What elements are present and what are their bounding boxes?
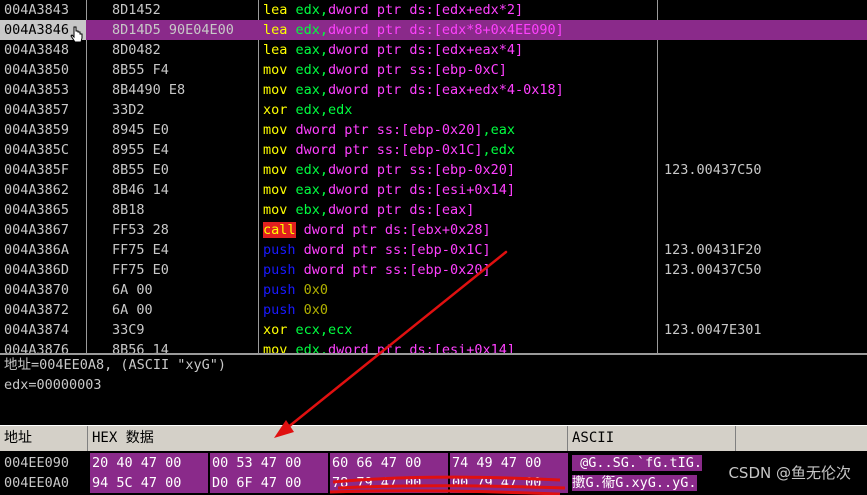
row-address: 004A385F <box>4 162 70 178</box>
row-instruction: push dword ptr ss:[ebp-0x20] <box>263 262 491 278</box>
disassembly-pane[interactable]: 004A3843 8D1452 lea edx,dword ptr ds:[edx+… <box>0 0 867 353</box>
row-instruction: mov dword ptr ss:[ebp-0x1C],edx <box>263 142 515 158</box>
row-opcode-bytes: 8B55 E0 <box>112 162 169 178</box>
info-pane: 地址=004EE0A8, (ASCII "xyG") edx=00000003 <box>0 353 867 425</box>
info-address-line: 地址=004EE0A8, (ASCII "xyG") <box>4 357 227 373</box>
row-instruction: mov ebx,dword ptr ds:[eax] <box>263 202 475 218</box>
dump-hex-group: 00 53 47 00 <box>210 453 328 473</box>
row-address: 004A386A <box>4 242 70 258</box>
disasm-row[interactable]: 004A3848 8D0482 lea eax,dword ptr ds:[edx+… <box>0 40 867 60</box>
disasm-row[interactable]: 004A3846 8D14D5 90E04E00 lea edx,dword ptr… <box>0 20 867 40</box>
row-instruction: lea edx,dword ptr ds:[edx+edx*2] <box>263 2 524 18</box>
row-instruction: mov edx,dword ptr ss:[ebp-0x20] <box>263 162 515 178</box>
row-opcode-bytes: 6A 00 <box>112 282 153 298</box>
dump-hex-group: 94 5C 47 00 <box>90 473 208 493</box>
row-address: 004A3872 <box>4 302 70 318</box>
disasm-row[interactable]: 004A3872 6A 00 push 0x0 <box>0 300 867 320</box>
row-opcode-bytes: 8B55 F4 <box>112 62 169 78</box>
row-instruction: mov edx,dword ptr ds:[esi+0x14] <box>263 342 515 353</box>
row-opcode-bytes: 6A 00 <box>112 302 153 318</box>
row-instruction: mov dword ptr ss:[ebp-0x20],eax <box>263 122 515 138</box>
row-comment: 123.00437C50 <box>664 162 762 178</box>
row-opcode-bytes: 33C9 <box>112 322 145 338</box>
row-address: 004A3865 <box>4 202 70 218</box>
dump-address: 004EE090 <box>4 455 70 471</box>
row-instruction: call dword ptr ds:[ebx+0x28] <box>263 222 491 238</box>
row-address: 004A3859 <box>4 122 70 138</box>
disasm-row[interactable]: 004A3867 FF53 28 call dword ptr ds:[ebx+0x… <box>0 220 867 240</box>
row-opcode-bytes: FF75 E0 <box>112 262 169 278</box>
info-register-line: edx=00000003 <box>4 377 102 393</box>
dump-hex-group: 00 79 47 00 <box>450 473 568 493</box>
row-comment: 123.00437C50 <box>664 262 762 278</box>
row-address: 004A3853 <box>4 82 70 98</box>
row-instruction: push 0x0 <box>263 282 329 298</box>
row-instruction: push 0x0 <box>263 302 329 318</box>
row-opcode-bytes: 8D1452 <box>112 2 161 18</box>
disasm-row[interactable]: 004A3870 6A 00 push 0x0 <box>0 280 867 300</box>
row-instruction: lea eax,dword ptr ds:[edx+eax*4] <box>263 42 524 58</box>
row-address: 004A3857 <box>4 102 70 118</box>
row-comment: 123.0047E301 <box>664 322 762 338</box>
disasm-row[interactable]: 004A3859 8945 E0 mov dword ptr ss:[ebp-0x2… <box>0 120 867 140</box>
dump-hex-group: 20 40 47 00 <box>90 453 208 473</box>
row-opcode-bytes: 8B18 <box>112 202 145 218</box>
row-address: 004A3867 <box>4 222 70 238</box>
row-address: 004A3874 <box>4 322 70 338</box>
row-address: 004A3876 <box>4 342 70 353</box>
row-opcode-bytes: 8B46 14 <box>112 182 169 198</box>
watermark: CSDN @鱼无伦次 <box>728 464 851 482</box>
row-instruction: lea edx,dword ptr ds:[edx*8+0x4EE090] <box>263 22 564 38</box>
row-opcode-bytes: 8B4490 E8 <box>112 82 186 98</box>
disasm-row[interactable]: 004A3874 33C9 xor ecx,ecx 123.0047E301 <box>0 320 867 340</box>
dump-ascii: @G..SG.`fG.tIG. <box>572 455 703 471</box>
row-opcode-bytes: 8D0482 <box>112 42 161 58</box>
dump-hex-group: 74 49 47 00 <box>450 453 568 473</box>
dump-ascii: 擻G.衞G.xyG..yG. <box>572 475 697 491</box>
row-opcode-bytes: 8955 E4 <box>112 142 169 158</box>
row-opcode-bytes: FF75 E4 <box>112 242 169 258</box>
disasm-row[interactable]: 004A385F 8B55 E0 mov edx,dword ptr ss:[ebp… <box>0 160 867 180</box>
row-instruction: mov eax,dword ptr ds:[eax+edx*4-0x18] <box>263 82 564 98</box>
dump-hex-group: 60 66 47 00 <box>330 453 448 473</box>
disasm-row[interactable]: 004A3862 8B46 14 mov eax,dword ptr ds:[esi… <box>0 180 867 200</box>
disasm-row[interactable]: 004A385C 8955 E4 mov dword ptr ss:[ebp-0x1… <box>0 140 867 160</box>
row-instruction: xor edx,edx <box>263 102 353 118</box>
disasm-row[interactable]: 004A3843 8D1452 lea edx,dword ptr ds:[edx+… <box>0 0 867 20</box>
disasm-row[interactable]: 004A3850 8B55 F4 mov edx,dword ptr ss:[ebp… <box>0 60 867 80</box>
row-instruction: mov edx,dword ptr ss:[ebp-0xC] <box>263 62 507 78</box>
row-instruction: mov eax,dword ptr ds:[esi+0x14] <box>263 182 515 198</box>
row-address: 004A3862 <box>4 182 70 198</box>
disasm-row[interactable]: 004A386A FF75 E4 push dword ptr ss:[ebp-0x… <box>0 240 867 260</box>
dump-header-address[interactable]: 地址 <box>0 426 88 451</box>
mouse-cursor-icon <box>70 26 83 43</box>
row-opcode-bytes: 8945 E0 <box>112 122 169 138</box>
disasm-row[interactable]: 004A386D FF75 E0 push dword ptr ss:[ebp-0x… <box>0 260 867 280</box>
dump-address: 004EE0A0 <box>4 475 70 491</box>
disasm-row[interactable]: 004A3857 33D2 xor edx,edx <box>0 100 867 120</box>
row-comment: 123.00431F20 <box>664 242 762 258</box>
row-opcode-bytes: 8B56 14 <box>112 342 169 353</box>
dump-hex-group: D0 6F 47 00 <box>210 473 328 493</box>
disasm-row[interactable]: 004A3865 8B18 mov ebx,dword ptr ds:[eax] <box>0 200 867 220</box>
dump-header-ascii[interactable]: ASCII <box>568 426 736 451</box>
row-address: 004A3850 <box>4 62 70 78</box>
row-address: 004A3870 <box>4 282 70 298</box>
row-instruction: push dword ptr ss:[ebp-0x1C] <box>263 242 491 258</box>
disasm-row[interactable]: 004A3853 8B4490 E8 mov eax,dword ptr ds:[e… <box>0 80 867 100</box>
row-address: 004A386D <box>4 262 70 278</box>
row-opcode-bytes: 8D14D5 90E04E00 <box>112 22 234 38</box>
row-address: 004A385C <box>4 142 70 158</box>
row-address: 004A3843 <box>4 2 70 18</box>
dump-header: 地址 HEX 数据 ASCII <box>0 425 867 451</box>
row-instruction: xor ecx,ecx <box>263 322 353 338</box>
dump-header-hex[interactable]: HEX 数据 <box>88 426 568 451</box>
disasm-row[interactable]: 004A3876 8B56 14 mov edx,dword ptr ds:[esi… <box>0 340 867 353</box>
row-opcode-bytes: 33D2 <box>112 102 145 118</box>
dump-hex-group: 78 79 47 00 <box>330 473 448 493</box>
row-opcode-bytes: FF53 28 <box>112 222 169 238</box>
